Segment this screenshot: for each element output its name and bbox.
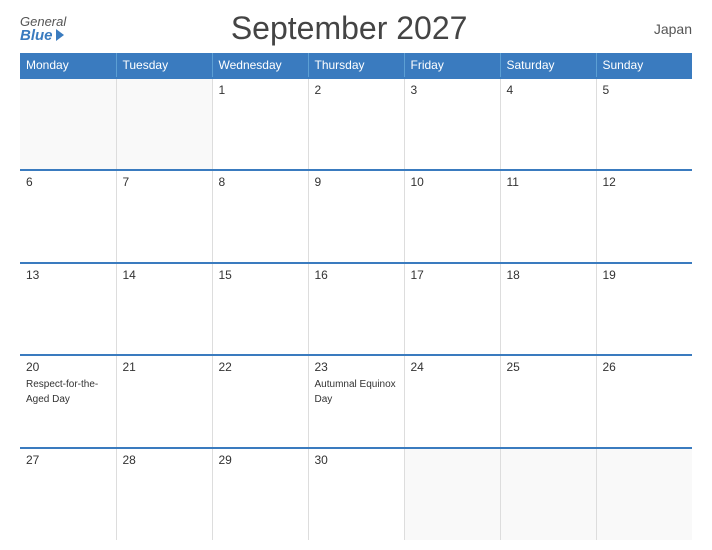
day-number: 1 (219, 83, 302, 97)
day-cell (596, 448, 692, 540)
country-label: Japan (632, 21, 692, 37)
day-number: 6 (26, 175, 110, 189)
day-number: 9 (315, 175, 398, 189)
day-number: 5 (603, 83, 687, 97)
day-number: 8 (219, 175, 302, 189)
day-number: 17 (411, 268, 494, 282)
day-cell: 13 (20, 263, 116, 355)
week-row-3: 13 14 15 16 17 18 19 (20, 263, 692, 355)
day-number: 20 (26, 360, 110, 374)
weekday-header-sunday: Sunday (596, 53, 692, 78)
day-number: 30 (315, 453, 398, 467)
day-cell (20, 78, 116, 170)
day-cell: 23 Autumnal Equinox Day (308, 355, 404, 447)
day-cell: 25 (500, 355, 596, 447)
weekday-header-monday: Monday (20, 53, 116, 78)
day-cell: 10 (404, 170, 500, 262)
day-number: 23 (315, 360, 398, 374)
day-number: 12 (603, 175, 687, 189)
weekday-header-row: MondayTuesdayWednesdayThursdayFridaySatu… (20, 53, 692, 78)
day-cell: 6 (20, 170, 116, 262)
day-number: 24 (411, 360, 494, 374)
day-cell: 12 (596, 170, 692, 262)
week-row-5: 27 28 29 30 (20, 448, 692, 540)
day-number: 19 (603, 268, 687, 282)
day-number: 15 (219, 268, 302, 282)
logo-blue-text: Blue (20, 28, 66, 43)
day-number: 14 (123, 268, 206, 282)
day-cell: 14 (116, 263, 212, 355)
day-number: 3 (411, 83, 494, 97)
logo-general-text: General (20, 15, 66, 28)
day-number: 18 (507, 268, 590, 282)
weekday-header-saturday: Saturday (500, 53, 596, 78)
weekday-header-thursday: Thursday (308, 53, 404, 78)
day-cell (404, 448, 500, 540)
weekday-header-wednesday: Wednesday (212, 53, 308, 78)
day-cell: 29 (212, 448, 308, 540)
calendar-title: September 2027 (66, 10, 632, 47)
day-number: 16 (315, 268, 398, 282)
day-cell: 8 (212, 170, 308, 262)
day-number: 28 (123, 453, 206, 467)
day-cell: 30 (308, 448, 404, 540)
day-number: 11 (507, 175, 590, 189)
day-cell (116, 78, 212, 170)
week-row-4: 20 Respect-for-the-Aged Day 21 22 23 Autumnal… (20, 355, 692, 447)
day-cell: 24 (404, 355, 500, 447)
day-number: 26 (603, 360, 687, 374)
calendar-table: MondayTuesdayWednesdayThursdayFridaySatu… (20, 53, 692, 540)
day-cell: 21 (116, 355, 212, 447)
logo: General Blue (20, 15, 66, 43)
day-number: 13 (26, 268, 110, 282)
day-number: 10 (411, 175, 494, 189)
day-cell: 16 (308, 263, 404, 355)
day-cell: 9 (308, 170, 404, 262)
day-cell: 7 (116, 170, 212, 262)
day-number: 7 (123, 175, 206, 189)
day-number: 25 (507, 360, 590, 374)
day-cell: 17 (404, 263, 500, 355)
day-number: 4 (507, 83, 590, 97)
day-number: 29 (219, 453, 302, 467)
day-cell: 3 (404, 78, 500, 170)
day-number: 2 (315, 83, 398, 97)
day-number: 27 (26, 453, 110, 467)
day-cell: 22 (212, 355, 308, 447)
day-cell: 5 (596, 78, 692, 170)
day-cell: 1 (212, 78, 308, 170)
day-number: 21 (123, 360, 206, 374)
calendar-header: General Blue September 2027 Japan (20, 10, 692, 47)
day-cell: 2 (308, 78, 404, 170)
day-cell: 20 Respect-for-the-Aged Day (20, 355, 116, 447)
day-cell: 18 (500, 263, 596, 355)
day-cell: 19 (596, 263, 692, 355)
logo-triangle-icon (56, 29, 64, 41)
day-cell: 28 (116, 448, 212, 540)
day-cell: 26 (596, 355, 692, 447)
weekday-header-friday: Friday (404, 53, 500, 78)
day-cell: 4 (500, 78, 596, 170)
day-event: Autumnal Equinox Day (315, 379, 396, 405)
day-cell (500, 448, 596, 540)
day-event: Respect-for-the-Aged Day (26, 379, 98, 405)
week-row-2: 6789 10 11 12 (20, 170, 692, 262)
day-number: 22 (219, 360, 302, 374)
day-cell: 15 (212, 263, 308, 355)
weekday-header-tuesday: Tuesday (116, 53, 212, 78)
week-row-1: 12345 (20, 78, 692, 170)
day-cell: 27 (20, 448, 116, 540)
day-cell: 11 (500, 170, 596, 262)
